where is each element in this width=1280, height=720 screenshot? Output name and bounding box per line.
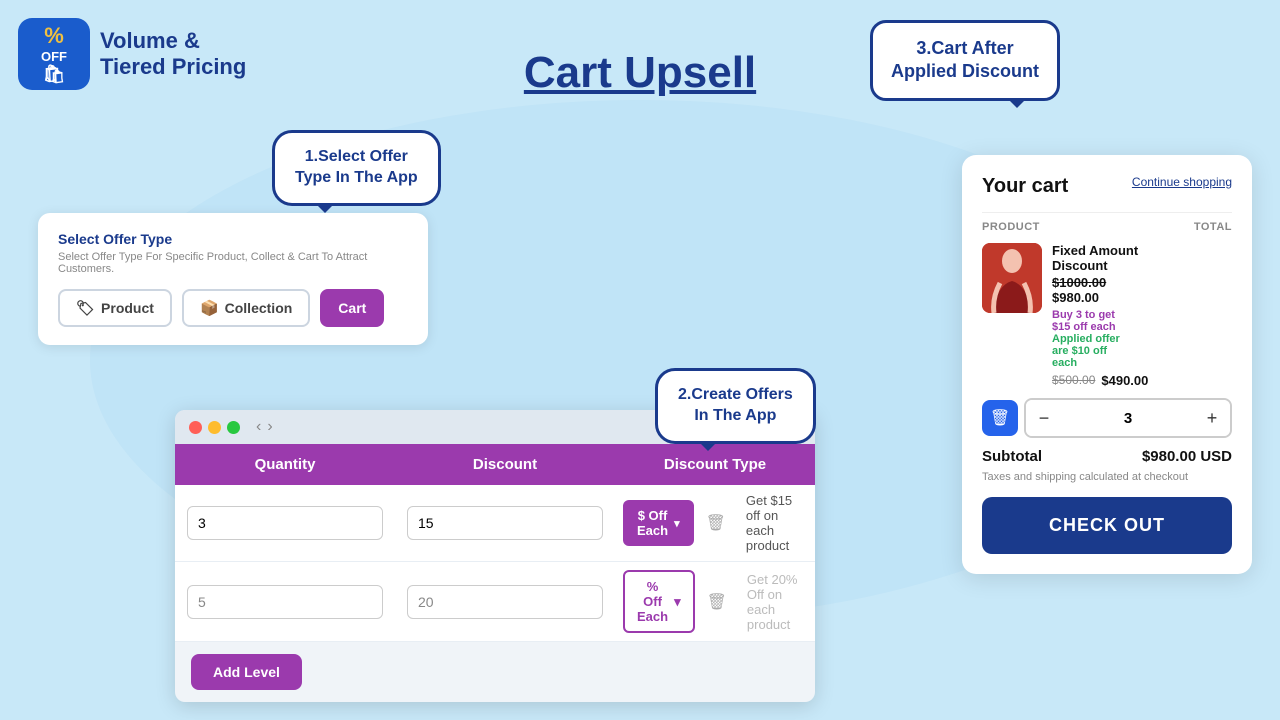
window-dot-green[interactable]: [227, 421, 240, 434]
offer-btn-cart[interactable]: Cart: [320, 289, 384, 327]
logo-off: OFF: [41, 49, 67, 64]
cart-title: Your cart: [982, 175, 1068, 198]
col-discount: Discount: [395, 444, 615, 485]
nav-back-icon[interactable]: ‹: [256, 418, 261, 436]
cart-item-final-price: $490.00: [1101, 373, 1148, 388]
cart-item-discounted-price: $980.00: [1052, 290, 1106, 305]
offer-row-1: $ Off Each ▾ 🗑 Get $15 off on each produ…: [175, 485, 815, 562]
cart-item-price-row: $500.00 $490.00: [1052, 373, 1232, 388]
bubble-create-offers: 2.Create OffersIn The App: [655, 368, 816, 444]
cart-subtotal-value: $980.00 USD: [1142, 448, 1232, 465]
cart-subtotal-label: Subtotal: [982, 448, 1042, 465]
cart-item-name: Fixed AmountDiscount: [1052, 243, 1232, 273]
offer-type-desc: Select Offer Type For Specific Product, …: [58, 251, 408, 275]
offer-type-label: Select Offer Type: [58, 231, 408, 247]
discount-type-label-1: $ Off Each: [637, 508, 668, 538]
collection-icon: 📦: [200, 299, 219, 317]
col-total-header: TOTAL: [1194, 221, 1232, 233]
nav-forward-icon[interactable]: ›: [267, 418, 272, 436]
checkout-button[interactable]: CHECK OUT: [982, 497, 1232, 554]
row-1-description: Get $15 off on each product: [738, 493, 807, 553]
logo-percent: %: [44, 23, 64, 49]
col-quantity: Quantity: [175, 444, 395, 485]
logo-area: % OFF 🛍 Volume & Tiered Pricing: [18, 18, 246, 90]
add-level-button[interactable]: Add Level: [191, 654, 302, 690]
cart-item-promo-text: Buy 3 to get$15 off each: [1052, 309, 1232, 333]
cart-qty-decrease-button[interactable]: −: [1026, 400, 1062, 436]
discount-type-label-2: % Off Each: [637, 579, 668, 624]
window-dot-red[interactable]: [189, 421, 202, 434]
cart-qty-increase-button[interactable]: +: [1194, 400, 1230, 436]
cart-header: Your cart Continue shopping: [982, 175, 1232, 198]
cart-tax-note: Taxes and shipping calculated at checkou…: [982, 471, 1232, 483]
cart-subtotal-row: Subtotal $980.00 USD: [982, 448, 1232, 465]
bubble-cart-after-discount: 3.Cart AfterApplied Discount: [870, 20, 1060, 101]
offer-type-panel: Select Offer Type Select Offer Type For …: [38, 213, 428, 345]
cart-delete-button[interactable]: 🗑: [982, 400, 1018, 436]
cart-panel: Your cart Continue shopping PRODUCT TOTA…: [962, 155, 1252, 574]
product-image-svg: [982, 243, 1042, 313]
cart-item-original-price: $1000.00: [1052, 275, 1106, 290]
continue-shopping-link[interactable]: Continue shopping: [1132, 175, 1232, 189]
offer-btn-product[interactable]: 🏷 Product: [58, 289, 172, 327]
col-product-header: PRODUCT: [982, 221, 1040, 233]
offer-row-2: % Off Each ▾ 🗑 Get 20% Off on each produ…: [175, 562, 815, 642]
product-icon: 🏷: [76, 299, 95, 317]
delete-row-2-icon[interactable]: 🗑: [699, 592, 735, 612]
cart-item: Fixed AmountDiscount $1000.00 $980.00 Bu…: [982, 243, 1232, 388]
cart-item-image: [982, 243, 1042, 313]
discount-input-2[interactable]: [407, 585, 603, 619]
logo-text: Volume & Tiered Pricing: [100, 28, 246, 81]
app-logo-icon: % OFF 🛍: [18, 18, 90, 90]
chevron-down-icon-2: ▾: [674, 594, 681, 610]
delete-row-1-icon[interactable]: 🗑: [698, 513, 734, 533]
bubble-select-offer: 1.Select OfferType In The App: [272, 130, 441, 206]
quantity-input-1[interactable]: [187, 506, 383, 540]
offer-table-header: Quantity Discount Discount Type: [175, 444, 815, 485]
cart-qty-controls: − 3 +: [1024, 398, 1232, 438]
discount-input-1[interactable]: [407, 506, 603, 540]
page-title: Cart Upsell: [524, 48, 756, 98]
quantity-input-2[interactable]: [187, 585, 383, 619]
discount-type-select-2[interactable]: % Off Each ▾: [623, 570, 695, 633]
window-dot-yellow[interactable]: [208, 421, 221, 434]
chevron-down-icon-1: ▾: [674, 517, 680, 530]
row-2-description: Get 20% Off on each product: [739, 572, 807, 632]
offer-type-buttons: 🏷 Product 📦 Collection Cart: [58, 289, 408, 327]
offer-creator-window: ‹ › Quantity Discount Discount Type $ Of…: [175, 410, 815, 702]
cart-item-applied-text: Applied offerare $10 offeach: [1052, 333, 1232, 369]
discount-type-select-1[interactable]: $ Off Each ▾: [623, 500, 694, 546]
logo-bag-icon: 🛍: [43, 64, 66, 85]
cart-qty-row: 🗑 − 3 +: [982, 398, 1232, 438]
cart-col-headers: PRODUCT TOTAL: [982, 212, 1232, 233]
window-nav: ‹ ›: [256, 418, 273, 436]
cart-item-details: Fixed AmountDiscount $1000.00 $980.00 Bu…: [1052, 243, 1232, 388]
cart-item-strike-price: $500.00: [1052, 373, 1095, 388]
offer-btn-collection[interactable]: 📦 Collection: [182, 289, 310, 327]
cart-quantity-value: 3: [1062, 410, 1194, 427]
